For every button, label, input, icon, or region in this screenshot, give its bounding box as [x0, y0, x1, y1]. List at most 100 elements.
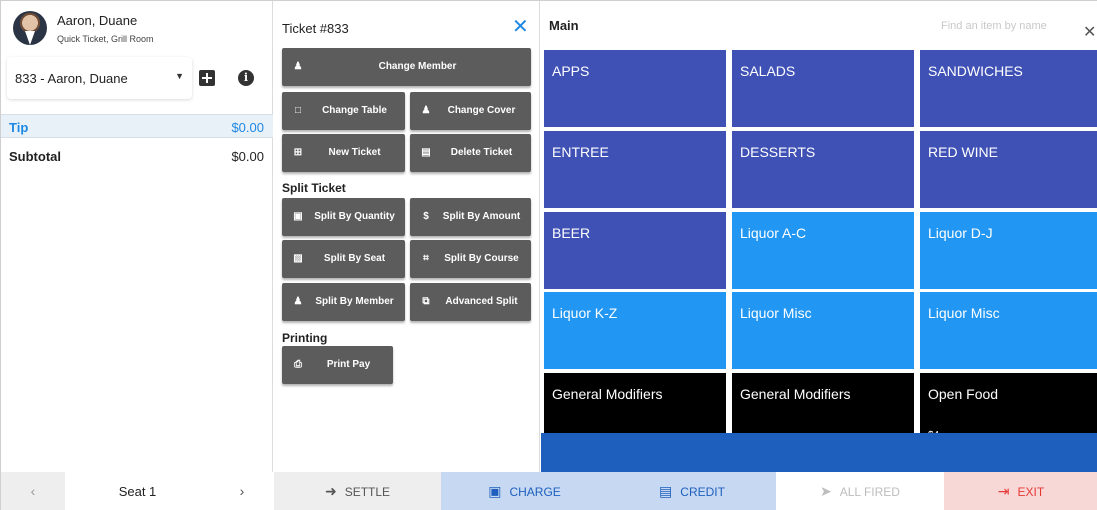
category-label: Liquor Misc	[928, 305, 1000, 321]
category-label: Liquor A-C	[740, 225, 807, 241]
charge-label: CHARGE	[509, 485, 561, 499]
add-ticket-icon[interactable]	[199, 70, 215, 86]
send-icon: ➤	[820, 483, 832, 499]
change-cover-button[interactable]: ♟ Change Cover	[410, 92, 531, 130]
ticket-select[interactable]: 833 - Aaron, Duane ▼	[7, 57, 192, 99]
seat-icon: ▨	[293, 253, 303, 264]
category-tile[interactable]: Liquor K-Z	[544, 292, 726, 369]
category-tile[interactable]: SANDWICHES	[920, 50, 1097, 127]
category-label: APPS	[552, 63, 590, 79]
delete-ticket-button[interactable]: ▤ Delete Ticket	[410, 134, 531, 172]
category-tile[interactable]: Liquor D-J	[920, 212, 1097, 289]
info-icon[interactable]: i	[238, 70, 254, 86]
change-table-button[interactable]: □ Change Table	[282, 92, 405, 130]
change-table-label: Change Table	[322, 105, 387, 116]
credit-card-icon: ▤	[659, 483, 673, 499]
pos-app: Aaron, Duane Quick Ticket, Grill Room 83…	[0, 0, 1097, 510]
print-pay-label: Print Pay	[326, 359, 371, 370]
all-fired-label: ALL FIRED	[839, 485, 900, 499]
subtotal-row: Subtotal $0.00	[1, 144, 273, 168]
ticket-actions-panel: Ticket #833 ✕ ♟ Change Member □ Change T…	[274, 1, 540, 472]
tip-label: Tip	[9, 120, 29, 135]
category-tile[interactable]: DESSERTS	[732, 131, 914, 208]
change-member-label: Change Member	[378, 61, 457, 72]
menu-panel: Main Find an item by name ✕ APPS SALADS SA…	[541, 1, 1097, 472]
split-by-amount-button[interactable]: $ Split By Amount	[410, 198, 531, 236]
category-tile[interactable]: BEER	[544, 212, 726, 289]
category-label: DESSERTS	[740, 144, 816, 160]
tip-value: $0.00	[231, 120, 264, 135]
category-label: SALADS	[740, 63, 796, 79]
category-label: Liquor K-Z	[552, 305, 618, 321]
new-ticket-label: New Ticket	[328, 147, 381, 158]
category-label: SANDWICHES	[928, 63, 1023, 79]
member-header[interactable]: Aaron, Duane Quick Ticket, Grill Room	[1, 1, 273, 49]
charge-button[interactable]: ▣ CHARGE	[441, 472, 608, 510]
credit-button[interactable]: ▤ CREDIT	[608, 472, 776, 510]
credit-label: CREDIT	[680, 485, 725, 499]
change-member-button[interactable]: ♟ Change Member	[282, 48, 531, 86]
new-ticket-button[interactable]: ⊞ New Ticket	[282, 134, 405, 172]
trash-icon: ▤	[421, 147, 431, 158]
settle-button[interactable]: ➜ SETTLE	[274, 472, 441, 510]
split-by-quantity-button[interactable]: ▣ Split By Quantity	[282, 198, 405, 236]
member-subtitle: Quick Ticket, Grill Room	[57, 34, 154, 44]
advanced-split-label: Advanced Split	[445, 296, 518, 307]
category-tile[interactable]: Liquor Misc	[732, 292, 914, 369]
item-search-input[interactable]: Find an item by name	[941, 20, 1047, 32]
category-label: RED WINE	[928, 144, 998, 160]
menu-title: Main	[549, 18, 579, 33]
quantity-icon: ▣	[293, 211, 303, 222]
category-tile[interactable]: ENTREE	[544, 131, 726, 208]
person-icon: ♟	[293, 296, 303, 307]
charge-icon: ▣	[488, 483, 502, 499]
all-fired-button[interactable]: ➤ ALL FIRED	[776, 472, 944, 510]
change-cover-label: Change Cover	[447, 105, 516, 116]
person-icon: ♟	[293, 61, 303, 72]
category-tile[interactable]: SALADS	[732, 50, 914, 127]
category-label: Liquor Misc	[740, 305, 812, 321]
table-icon: □	[294, 105, 302, 116]
action-bar: ‹ Seat 1 › ➜ SETTLE ▣ CHARGE ▤ CREDIT ➤ ALL …	[1, 472, 1097, 510]
exit-button[interactable]: ⇥ EXIT	[944, 472, 1097, 510]
split-by-member-button[interactable]: ♟ Split By Member	[282, 283, 405, 321]
category-label: ENTREE	[552, 144, 609, 160]
dropdown-caret-icon: ▼	[175, 71, 184, 81]
split-by-seat-button[interactable]: ▨ Split By Seat	[282, 240, 405, 278]
category-tile[interactable]: APPS	[544, 50, 726, 127]
category-tile[interactable]: Liquor Misc	[920, 292, 1097, 369]
next-seat-button[interactable]: ›	[210, 472, 274, 510]
category-label: Liquor D-J	[928, 225, 993, 241]
category-tile[interactable]: RED WINE	[920, 131, 1097, 208]
advanced-split-button[interactable]: ⧉ Advanced Split	[410, 283, 531, 321]
split-by-amount-label: Split By Amount	[442, 211, 521, 222]
category-label: General Modifiers	[552, 386, 663, 402]
printer-icon: ⎙	[294, 359, 302, 370]
clear-search-icon[interactable]: ✕	[1083, 25, 1096, 41]
subtotal-value: $0.00	[231, 149, 264, 164]
member-name: Aaron, Duane	[57, 13, 138, 28]
close-icon[interactable]: ✕	[512, 15, 529, 39]
add-box-icon: ⊞	[293, 147, 303, 158]
split-by-course-button[interactable]: ⌗ Split By Course	[410, 240, 531, 278]
split-by-course-label: Split By Course	[444, 253, 519, 264]
category-tile[interactable]: Liquor A-C	[732, 212, 914, 289]
delete-ticket-label: Delete Ticket	[450, 147, 513, 158]
ticket-title: Ticket #833	[282, 21, 349, 36]
subtotal-label: Subtotal	[9, 149, 61, 164]
print-pay-button[interactable]: ⎙ Print Pay	[282, 346, 393, 384]
split-by-quantity-label: Split By Quantity	[314, 211, 395, 222]
category-label: General Modifiers	[740, 386, 851, 402]
tip-row[interactable]: Tip $0.00	[1, 114, 273, 138]
seat-label: Seat 1	[65, 472, 210, 510]
menu-footer-bar	[541, 433, 1097, 472]
printing-heading: Printing	[282, 331, 328, 345]
category-label: Open Food	[928, 386, 999, 402]
previous-seat-button[interactable]: ‹	[1, 472, 65, 510]
arrow-right-icon: ➜	[324, 483, 337, 499]
exit-icon: ⇥	[997, 483, 1010, 499]
split-by-seat-label: Split By Seat	[323, 253, 386, 264]
order-panel: Aaron, Duane Quick Ticket, Grill Room 83…	[1, 1, 273, 472]
ticket-select-value: 833 - Aaron, Duane	[15, 71, 128, 86]
course-icon: ⌗	[423, 253, 429, 264]
